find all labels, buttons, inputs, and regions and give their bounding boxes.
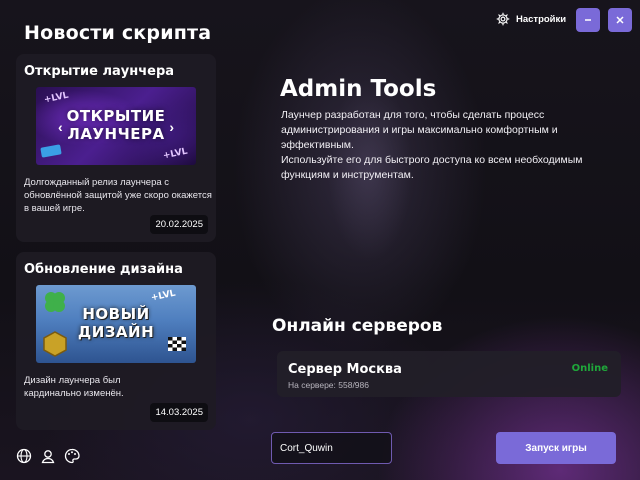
news-image-line: ОТКРЫТИЕ xyxy=(66,107,166,125)
app-description: Лаунчер разработан для того, чтобы сдела… xyxy=(281,108,621,183)
minimize-button[interactable] xyxy=(576,8,600,32)
close-icon xyxy=(616,16,624,24)
server-name: Сервер Москва xyxy=(288,362,402,377)
settings-button[interactable]: Настройки xyxy=(496,10,566,28)
servers-section-title: Онлайн серверов xyxy=(272,316,443,336)
news-card-title: Обновление дизайна xyxy=(24,262,183,277)
news-section-title: Новости скрипта xyxy=(24,22,212,44)
launch-game-button[interactable]: Запуск игры xyxy=(496,432,616,464)
news-card-date: 20.02.2025 xyxy=(150,215,208,234)
news-image-text: ОТКРЫТИЕ ЛАУНЧЕРА xyxy=(36,107,196,143)
news-card-date: 14.03.2025 xyxy=(150,403,208,422)
server-card[interactable]: Сервер Москва На сервере: 558/986 Online xyxy=(277,351,621,397)
app-title: Admin Tools xyxy=(280,76,437,102)
news-card-description: Долгожданный релиз лаунчера с обновлённо… xyxy=(24,177,212,214)
news-image-text: НОВЫЙ ДИЗАЙН xyxy=(36,305,196,341)
nickname-input[interactable] xyxy=(271,432,392,464)
image-badge: +LVL xyxy=(162,146,189,162)
news-card-description: Дизайн лаунчера был кардинально изменён. xyxy=(24,375,124,399)
news-image-line: ЛАУНЧЕРА xyxy=(67,125,165,143)
image-badge: +LVL xyxy=(43,90,70,106)
news-card-image: +LVL +LVL ‹ › ОТКРЫТИЕ ЛАУНЧЕРА xyxy=(36,87,196,165)
news-image-line: НОВЫЙ xyxy=(82,305,150,323)
bottom-toolbar xyxy=(16,448,80,464)
news-image-line: ДИЗАЙН xyxy=(77,323,155,341)
app-description-line: Лаунчер разработан для того, чтобы сдела… xyxy=(281,109,558,151)
minimize-icon xyxy=(585,19,591,21)
close-button[interactable] xyxy=(608,8,632,32)
news-card[interactable]: Открытие лаунчера +LVL +LVL ‹ › ОТКРЫТИЕ… xyxy=(16,54,216,242)
news-card[interactable]: Обновление дизайна +LVL НОВЫЙ ДИЗАЙН Диз… xyxy=(16,252,216,430)
gear-icon xyxy=(496,12,510,26)
news-card-image: +LVL НОВЫЙ ДИЗАЙН xyxy=(36,285,196,363)
ticket-icon xyxy=(40,144,62,158)
server-status-badge: Online xyxy=(571,363,608,374)
profile-icon[interactable] xyxy=(40,448,56,464)
globe-icon[interactable] xyxy=(16,448,32,464)
image-badge: +LVL xyxy=(150,288,177,304)
palette-icon[interactable] xyxy=(64,448,80,464)
app-description-line: Используйте его для быстрого доступа ко … xyxy=(281,154,583,181)
server-players: На сервере: 558/986 xyxy=(288,380,369,390)
news-card-title: Открытие лаунчера xyxy=(24,64,175,79)
settings-label: Настройки xyxy=(516,13,567,25)
